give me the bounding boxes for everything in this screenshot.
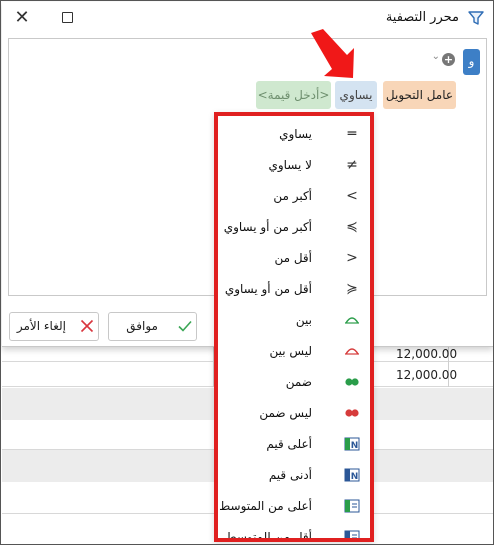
equals-icon: ═: [347, 126, 357, 142]
menu-item-greater-than[interactable]: أكبر من <: [218, 181, 370, 212]
operator-chip[interactable]: يساوي: [335, 81, 377, 109]
menu-item-above-average[interactable]: أعلى من المتوسط: [218, 491, 370, 522]
menu-item-label: أقل من أو يساوي: [224, 282, 312, 296]
in-icon: [344, 374, 360, 390]
add-condition-icon[interactable]: +: [442, 53, 455, 66]
above-average-icon: [344, 498, 360, 514]
annotation-arrow-icon: [311, 29, 354, 78]
title-bar: محرر التصفية ✕: [2, 2, 493, 34]
menu-item-label: يساوي: [279, 127, 312, 141]
menu-item-bottom-values[interactable]: أدنى قيم N: [218, 460, 370, 491]
between-icon: [344, 312, 360, 328]
menu-item-label: ليس ضمن: [259, 406, 312, 420]
menu-item-top-values[interactable]: أعلى قيم N: [218, 429, 370, 460]
not-equals-icon: ≠: [346, 157, 358, 173]
less-than-icon: >: [346, 250, 358, 266]
menu-item-label: أكبر من أو يساوي: [223, 220, 312, 234]
filter-icon: [468, 11, 484, 25]
menu-item-label: ضمن: [285, 375, 312, 389]
grid-cell-value: 12,000.00: [396, 347, 458, 361]
menu-item-greater-or-equal[interactable]: أكبر من أو يساوي ≼: [218, 212, 370, 243]
not-between-icon: [344, 343, 360, 359]
ok-button[interactable]: موافق: [108, 312, 197, 341]
value-chip[interactable]: <أدخل قيمة>: [256, 81, 331, 109]
menu-item-equals[interactable]: يساوي ═: [218, 119, 370, 150]
greater-than-icon: <: [346, 188, 358, 204]
cancel-button[interactable]: إلغاء الأمر: [9, 312, 99, 341]
menu-item-less-than[interactable]: أقل من >: [218, 243, 370, 274]
menu-item-between[interactable]: بين: [218, 305, 370, 336]
menu-item-label: لا يساوي: [268, 158, 312, 172]
window-frame: 12,000.00 12,000.00 محرر التصفية ✕ و + ⌄…: [0, 0, 494, 545]
menu-item-label: أكبر من: [273, 189, 312, 203]
cancel-button-label: إلغاء الأمر: [16, 319, 66, 333]
menu-item-not-in[interactable]: ليس ضمن: [218, 398, 370, 429]
menu-item-not-between[interactable]: ليس بين: [218, 336, 370, 367]
svg-text:N: N: [351, 472, 359, 482]
operator-dropdown-menu: يساوي ═ لا يساوي ≠ أكبر من < أكبر من أو يساوي ≼…: [214, 112, 374, 542]
field-chip[interactable]: عامل التحويل: [383, 81, 456, 109]
not-in-icon: [344, 405, 360, 421]
menu-item-label: أقل من: [274, 251, 312, 265]
menu-item-less-or-equal[interactable]: أقل من أو يساوي ≽: [218, 274, 370, 305]
checkmark-icon: [178, 320, 192, 332]
top-values-icon: N: [344, 436, 360, 452]
menu-item-label: بين: [295, 313, 312, 327]
group-operator-chip[interactable]: و: [463, 49, 480, 75]
grid-cell-value: 12,000.00: [396, 368, 458, 382]
below-average-icon: [344, 529, 360, 538]
menu-item-in[interactable]: ضمن: [218, 367, 370, 398]
less-or-equal-icon: ≽: [346, 281, 358, 297]
svg-text:N: N: [351, 441, 359, 451]
maximize-button[interactable]: [62, 12, 73, 23]
menu-item-label: أعلى قيم: [266, 437, 312, 451]
bottom-values-icon: N: [344, 467, 360, 483]
close-button[interactable]: ✕: [12, 8, 32, 28]
menu-item-label: أقل من المتوسط: [225, 530, 312, 542]
menu-item-label: ليس بين: [269, 344, 313, 358]
close-red-icon: [80, 319, 94, 333]
dialog-title: محرر التصفية: [385, 10, 459, 25]
menu-item-not-equals[interactable]: لا يساوي ≠: [218, 150, 370, 181]
menu-item-label: أدنى قيم: [268, 468, 312, 482]
menu-item-below-average[interactable]: أقل من المتوسط: [218, 522, 370, 542]
greater-or-equal-icon: ≼: [346, 219, 358, 235]
chevron-down-icon[interactable]: ⌄: [432, 51, 440, 62]
menu-item-label: أعلى من المتوسط: [219, 499, 312, 513]
ok-button-label: موافق: [126, 319, 158, 333]
